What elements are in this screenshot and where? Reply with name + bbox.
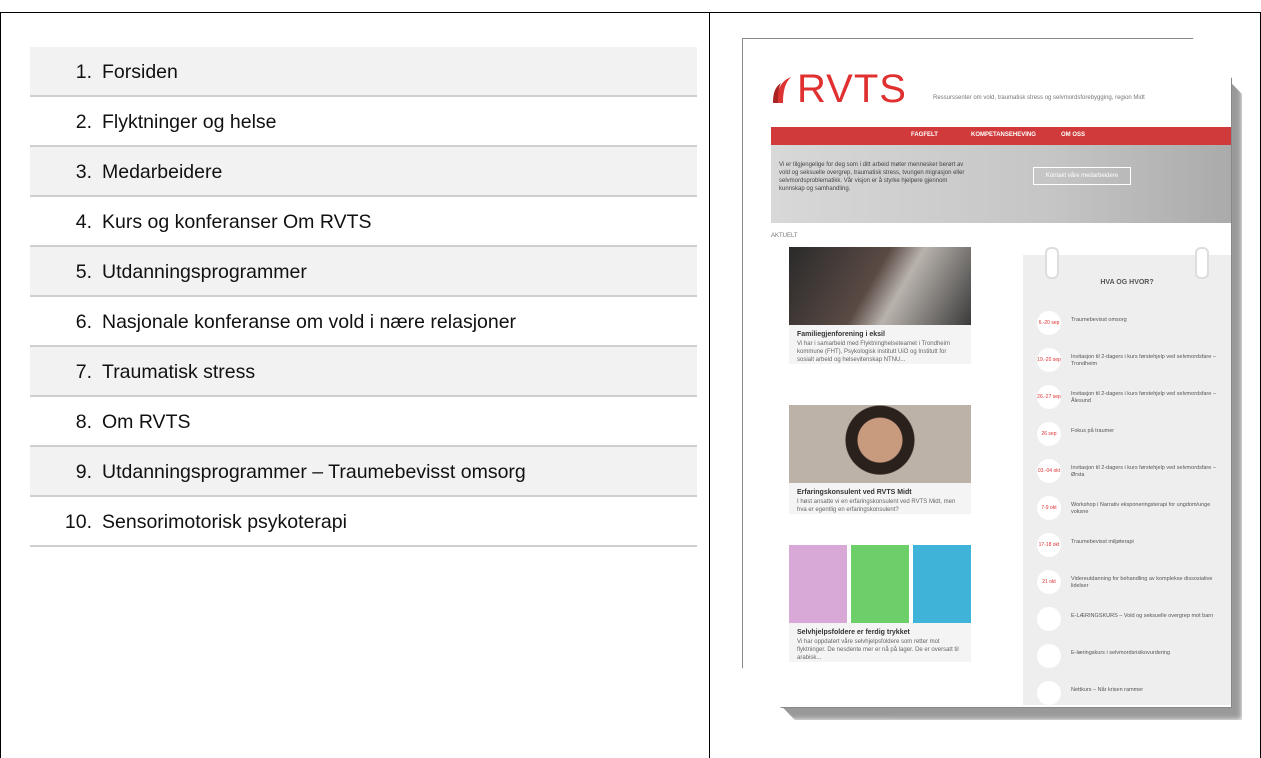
news-body: Vi har oppdatert våre selvhjelpsfoldere … [797,639,959,661]
event-item[interactable]: 17-18 okt Traumebevisst miljøterapi [1037,533,1227,559]
hero-text: Vi er tilgjengelige for deg som i ditt a… [779,162,965,192]
list-item[interactable]: 3. Medarbeidere [30,147,697,197]
site-nav-bar: FAGFELT KOMPETANSEHEVING OM OSS [771,127,1231,145]
list-item[interactable]: 5. Utdanningsprogrammer [30,247,697,297]
event-item[interactable]: 19.-20 sep Invitasjon til 2-dagers i kurs… [1037,348,1227,374]
news-body: Vi har i samarbeid med Flyktninghelsetea… [797,341,950,363]
news-title: Familiegjenforening i eksil [797,331,885,338]
event-title: Fokus på traumer [1071,428,1115,434]
list-item[interactable]: 9. Utdanningsprogrammer – Traumebevisst o… [30,447,697,497]
list-item[interactable]: 4. Kurs og konferanser Om RVTS [30,197,697,247]
event-item[interactable]: 26 sep Fokus på traumer [1037,422,1227,448]
list-item-number: 5. [75,261,92,283]
list-item-number: 9. [75,461,92,483]
event-date-badge: 7-9 okt [1037,496,1061,520]
list-item-label: Kurs og konferanser Om RVTS [102,211,372,233]
list-item[interactable]: 1. Forsiden [30,47,697,97]
site-tagline: Ressurssenter om vold, traumatisk stress… [933,95,1145,101]
event-date-badge: 19.-20 sep [1037,348,1061,372]
list-item[interactable]: 8. Om RVTS [30,397,697,447]
logo-leaf-icon [773,77,791,103]
event-item[interactable]: E-læringskurs i selvmordsrisikovurdering [1037,644,1227,670]
event-date-badge: 17-18 okt [1037,533,1061,557]
nav-item[interactable]: OM OSS [1061,132,1085,138]
news-card[interactable]: Erfaringskonsulent ved RVTS Midt I høst … [789,405,971,514]
list-item-label: Traumatisk stress [102,361,256,383]
event-item[interactable]: 21 okt Videreutdanning for behandling av … [1037,570,1227,596]
event-title: E-LÆRINGSKURS – Vold og seksuelle overgr… [1071,613,1214,619]
hero-banner: Vi er tilgjengelige for deg som i ditt a… [771,145,1231,223]
table-top-border [0,12,1261,13]
news-card[interactable]: Familiegjenforening i eksil Vi har i sam… [789,247,971,364]
event-item[interactable]: 03.-04 okt Invitasjon til 2-dagers i kurs… [1037,459,1227,485]
event-title: Traumebevisst omsorg [1071,317,1127,323]
list-item-number: 6. [75,311,92,333]
event-title: Traumebevisst miljøterapi [1071,539,1134,545]
list-item-number: 8. [75,411,92,433]
news-image [789,247,971,325]
list-item-number: 7. [75,361,92,383]
contact-button[interactable]: Kontakt våre medarbeidere [1033,167,1131,185]
event-date-badge [1037,607,1061,631]
events-calendar: HVA OG HVOR? 6.-20 sep Traumebevisst omso… [1023,247,1231,707]
event-title: Invitasjon til 2-dagers i kurs førstehje… [1071,391,1216,404]
news-title: Erfaringskonsulent ved RVTS Midt [797,489,912,496]
website-screenshot-thumbnail: RVTS Ressurssenter om vold, traumatisk s… [742,38,1242,720]
list-item[interactable]: 7. Traumatisk stress [30,347,697,397]
list-item-number: 4. [75,211,92,233]
event-item[interactable]: 6.-20 sep Traumebevisst omsorg [1037,311,1227,337]
list-item-number: 1. [75,61,92,83]
calendar-title: HVA OG HVOR? [1100,279,1154,286]
news-body: I høst ansatte vi en erfaringskonsulent … [797,499,956,513]
news-card[interactable]: Selvhjelpsfoldere er ferdig trykket Vi h… [789,545,971,662]
event-title: Workshop i Narrativ eksponeringsterapi f… [1071,502,1211,515]
list-item-label: Utdanningsprogrammer – Traumebevisst oms… [102,461,526,483]
list-item-number: 10. [64,511,92,533]
list-item-label: Utdanningsprogrammer [102,261,307,283]
page-list: 1. Forsiden 2. Flyktninger og helse 3. Medarb… [30,47,697,547]
list-item-label: Medarbeidere [102,161,223,183]
event-date-badge [1037,681,1061,705]
event-title: E-læringskurs i selvmordsrisikovurdering [1071,650,1171,656]
thumbnail-page: RVTS Ressurssenter om vold, traumatisk s… [742,38,1232,708]
event-item[interactable]: 26.-27 sep Invitasjon til 2-dagers i kurs… [1037,385,1227,411]
event-item[interactable]: Nettkurs – Når krisen rammer [1037,681,1227,707]
list-item-number: 3. [75,161,92,183]
list-item-label: Sensorimotorisk psykoterapi [102,511,347,533]
event-title: Invitasjon til 2-dagers i kurs førstehje… [1071,354,1216,367]
event-date-badge: 21 okt [1037,570,1061,594]
list-item-label: Nasjonale konferanse om vold i nære rela… [102,311,517,333]
event-date-badge [1037,644,1061,668]
list-item-label: Forsiden [102,61,178,83]
calendar-ring-icon [1045,247,1059,279]
event-title: Invitasjon til 2-dagers i kurs førstehje… [1071,465,1216,478]
event-item[interactable]: E-LÆRINGSKURS – Vold og seksuelle overgr… [1037,607,1227,633]
event-date-badge: 03.-04 okt [1037,459,1061,483]
event-title: Nettkurs – Når krisen rammer [1071,687,1144,693]
event-date-badge: 6.-20 sep [1037,311,1061,335]
table-column-divider [709,12,710,758]
news-image [789,405,971,483]
nav-item[interactable]: KOMPETANSEHEVING [971,132,1036,138]
list-item[interactable]: 2. Flyktninger og helse [30,97,697,147]
news-title: Selvhjelpsfoldere er ferdig trykket [797,629,910,636]
rvts-logo: RVTS [797,67,907,111]
section-heading: AKTUELT [771,233,798,239]
event-title: Videreutdanning for behandling av komple… [1071,576,1213,589]
event-item[interactable]: 7-9 okt Workshop i Narrativ eksponeringst… [1037,496,1227,522]
list-item-number: 2. [75,111,92,133]
table-left-border [0,12,1,758]
event-date-badge: 26 sep [1037,422,1061,446]
list-item[interactable]: 10. Sensorimotorisk psykoterapi [30,497,697,547]
calendar-ring-icon [1195,247,1209,279]
list-item-label: Om RVTS [102,411,191,433]
nav-item[interactable]: FAGFELT [911,132,938,138]
event-date-badge: 26.-27 sep [1037,385,1061,409]
news-image [789,545,971,623]
list-item[interactable]: 6. Nasjonale konferanse om vold i nære re… [30,297,697,347]
list-item-label: Flyktninger og helse [102,111,277,133]
